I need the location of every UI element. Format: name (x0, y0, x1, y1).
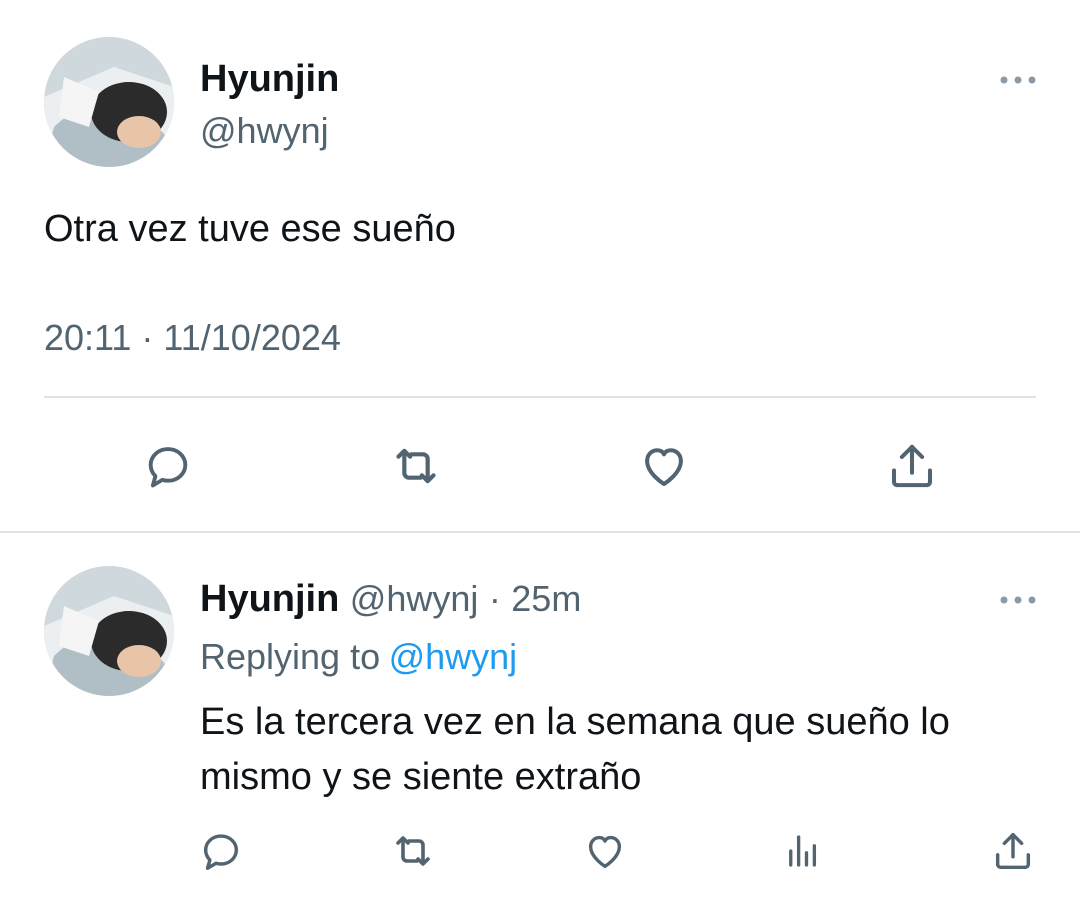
reply-header: Hyunjin @hwynj · 25m (200, 578, 581, 621)
retweet-icon[interactable] (386, 436, 446, 496)
reply-author-handle[interactable]: @hwynj (350, 578, 479, 619)
reply-views-icon[interactable] (778, 826, 828, 876)
author-name[interactable]: Hyunjin (200, 58, 339, 101)
like-icon[interactable] (634, 436, 694, 496)
replying-handle-link[interactable]: @hwynj (389, 636, 518, 677)
divider (44, 396, 1036, 398)
reply-more-options-icon[interactable] (998, 590, 1038, 615)
reply-author-name[interactable]: Hyunjin (200, 578, 339, 620)
section-divider (0, 531, 1080, 533)
header-separator: · (488, 578, 501, 619)
replying-label: Replying to (200, 636, 381, 677)
reply-text-line-2: mismo y se siente extraño (200, 756, 642, 798)
reply-age[interactable]: 25m (511, 578, 581, 619)
reply-icon[interactable] (138, 436, 198, 496)
reply-avatar[interactable] (44, 566, 174, 696)
reply-text-line-1: Es la tercera vez en la semana que sueño… (200, 701, 950, 743)
more-options-icon[interactable] (998, 70, 1038, 95)
replying-to: Replying to @hwynj (200, 636, 517, 678)
reply-retweet-icon[interactable] (388, 826, 438, 876)
tweet-text: Otra vez tuve ese sueño (44, 208, 456, 250)
reply-share-icon[interactable] (988, 826, 1038, 876)
reply-reply-icon[interactable] (196, 826, 246, 876)
reply-like-icon[interactable] (580, 826, 630, 876)
avatar[interactable] (44, 37, 174, 167)
tweet-timestamp[interactable]: 20:11 · 11/10/2024 (44, 317, 341, 359)
share-icon[interactable] (882, 436, 942, 496)
author-handle[interactable]: @hwynj (200, 110, 329, 152)
